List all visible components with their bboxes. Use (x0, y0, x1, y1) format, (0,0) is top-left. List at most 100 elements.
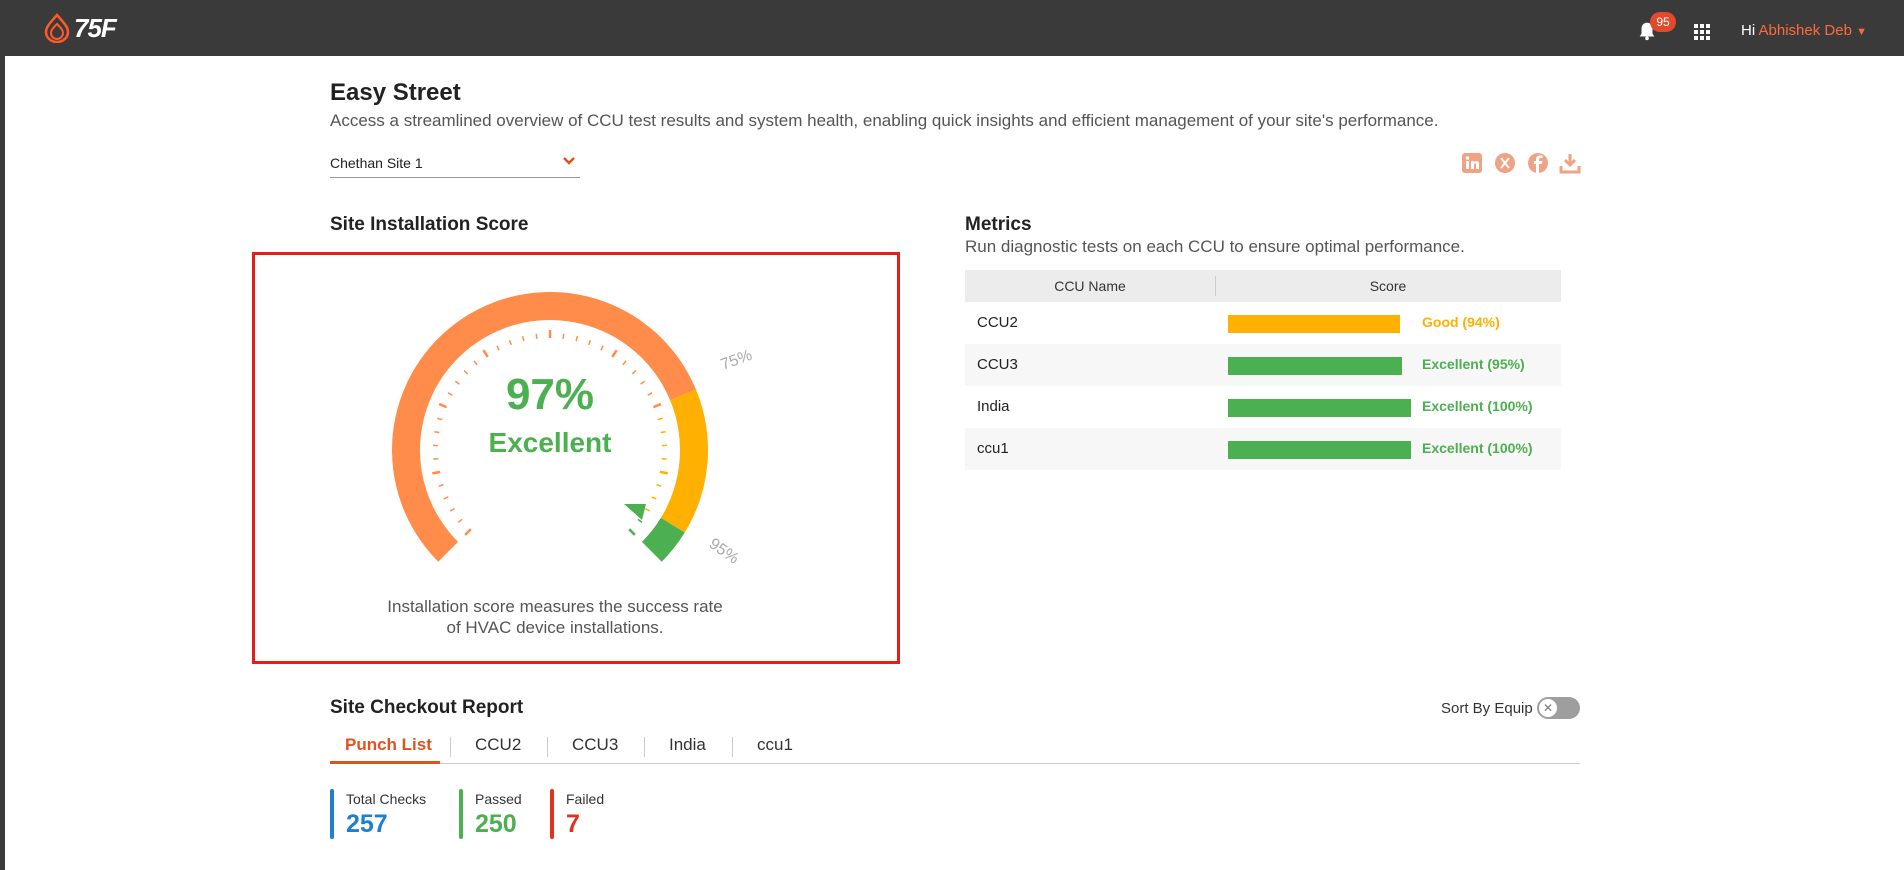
sort-by-equip-toggle[interactable]: ✕ (1537, 697, 1580, 719)
left-edge (0, 56, 5, 870)
gauge-tick (521, 336, 525, 342)
stat-value: 7 (566, 810, 580, 838)
tab-india[interactable]: India (669, 735, 706, 755)
score-description-line2: of HVAC device installations. (446, 618, 664, 637)
stat-passed-bar (459, 789, 463, 839)
stat-label: Total Checks (346, 791, 427, 807)
logo[interactable]: 75F (44, 12, 117, 44)
gauge-tick (660, 430, 666, 434)
stat-failed-bar (550, 789, 554, 839)
table-row[interactable]: India Excellent (100%) (965, 386, 1561, 428)
gauge-tick (434, 430, 440, 434)
gauge-tick (656, 483, 662, 487)
gauge-tick (652, 402, 662, 409)
score-status: Excellent (100%) (1422, 440, 1533, 456)
threshold-95-label: 95% (706, 535, 742, 567)
threshold-75-label: 75% (719, 347, 755, 374)
score-description-line1: Installation score measures the success … (387, 597, 723, 616)
score-description: Installation score measures the success … (360, 596, 750, 638)
score-status: Good (94%) (1422, 314, 1500, 330)
gauge-tick (432, 470, 441, 475)
stat-total-bar (330, 789, 334, 839)
tab-ccu2[interactable]: CCU2 (475, 735, 521, 755)
download-icon[interactable] (1559, 152, 1581, 174)
ccu-name: CCU3 (977, 356, 1018, 373)
column-score: Score (1369, 278, 1407, 294)
ccu-name: ccu1 (977, 440, 1009, 457)
gauge-tick (611, 349, 618, 358)
gauge-tick (657, 417, 663, 421)
sort-by-equip-label: Sort By Equip (1441, 700, 1533, 717)
page-title: Easy Street (330, 79, 461, 106)
gauge-tick (438, 402, 448, 409)
stat-value: 257 (346, 810, 388, 838)
score-status: Excellent (100%) (1422, 398, 1533, 414)
close-icon: ✕ (1539, 699, 1557, 717)
ccu-name: India (977, 398, 1010, 415)
gauge-tick (464, 528, 472, 536)
score-percentage: 97% (505, 370, 595, 419)
ccu-name: CCU2 (977, 314, 1018, 331)
site-selector-value: Chethan Site 1 (330, 155, 423, 171)
chevron-down-icon[interactable] (562, 154, 576, 168)
tab-ccu3[interactable]: CCU3 (572, 735, 618, 755)
metrics-description: Run diagnostic tests on each CCU to ensu… (965, 237, 1465, 256)
facebook-icon[interactable] (1527, 152, 1549, 174)
logo-text: 75F (74, 12, 117, 43)
gauge-tick (496, 345, 500, 351)
metrics-title: Metrics (965, 214, 1032, 235)
tab-ccu1[interactable]: ccu1 (757, 735, 793, 755)
table-row[interactable]: CCU2 Good (94%) (965, 302, 1561, 344)
gauge-tick (473, 360, 478, 366)
table-row[interactable]: CCU3 Excellent (95%) (965, 344, 1561, 386)
gauge-tick (437, 417, 443, 421)
column-ccu-name: CCU Name (1054, 278, 1126, 294)
notification-badge[interactable]: 95 (1650, 12, 1676, 32)
gauge-tick (600, 345, 604, 351)
stat-value: 250 (475, 810, 517, 838)
score-rating: Excellent (488, 427, 612, 458)
gauge-tick (482, 349, 489, 358)
gauge-tick (645, 507, 651, 512)
gauge-tick (449, 507, 455, 512)
gauge-tick (575, 336, 579, 342)
installation-score-title: Site Installation Score (330, 214, 529, 235)
page-description: Access a streamlined overview of CCU tes… (330, 111, 1439, 130)
gauge-tick (637, 518, 643, 524)
score-bar (1228, 357, 1402, 375)
metrics-table-header: CCU Name Score (965, 270, 1561, 302)
linkedin-icon[interactable] (1461, 152, 1483, 174)
user-name[interactable]: Abhishek Deb (1759, 22, 1852, 39)
gauge-tick (438, 483, 444, 487)
stat-total-checks: Total Checks 257 (330, 789, 426, 839)
apps-grid-icon[interactable] (1694, 24, 1710, 40)
score-bar (1228, 441, 1411, 459)
gauge-tick (443, 496, 449, 500)
chevron-down-icon[interactable]: ▼ (1856, 26, 1867, 38)
stat-failed: Failed 7 (550, 789, 604, 839)
gauge-tick (659, 470, 668, 475)
gauge-tick (588, 339, 592, 346)
metrics-table: CCU Name Score CCU2 Good (94%) CCU3 Excelle… (965, 270, 1561, 470)
gauge-tick (457, 518, 463, 524)
score-pointer-icon (624, 504, 646, 520)
gauge-tick (628, 528, 636, 536)
gauge-tick (508, 339, 512, 346)
gauge-tick (622, 360, 627, 366)
checkout-tabs: Punch List CCU2 CCU3 India ccu1 (330, 730, 1580, 764)
flame-logo-icon (44, 13, 70, 43)
site-selector[interactable]: Chethan Site 1 (330, 150, 580, 178)
x-icon[interactable] (1494, 152, 1516, 174)
greeting: Hi (1741, 22, 1756, 39)
active-tab-indicator (330, 761, 440, 764)
tab-punch-list[interactable]: Punch List (345, 735, 432, 755)
score-status: Excellent (95%) (1422, 356, 1525, 372)
score-bar (1228, 399, 1411, 417)
gauge-tick (651, 496, 657, 500)
gauge-tick (535, 333, 538, 339)
score-bar (1228, 315, 1400, 333)
table-row[interactable]: ccu1 Excellent (100%) (965, 428, 1561, 470)
stat-passed: Passed 250 (459, 789, 522, 839)
user-menu[interactable]: Hi Abhishek Deb ▼ (1741, 22, 1867, 39)
gauge-segment-good (660, 389, 708, 533)
